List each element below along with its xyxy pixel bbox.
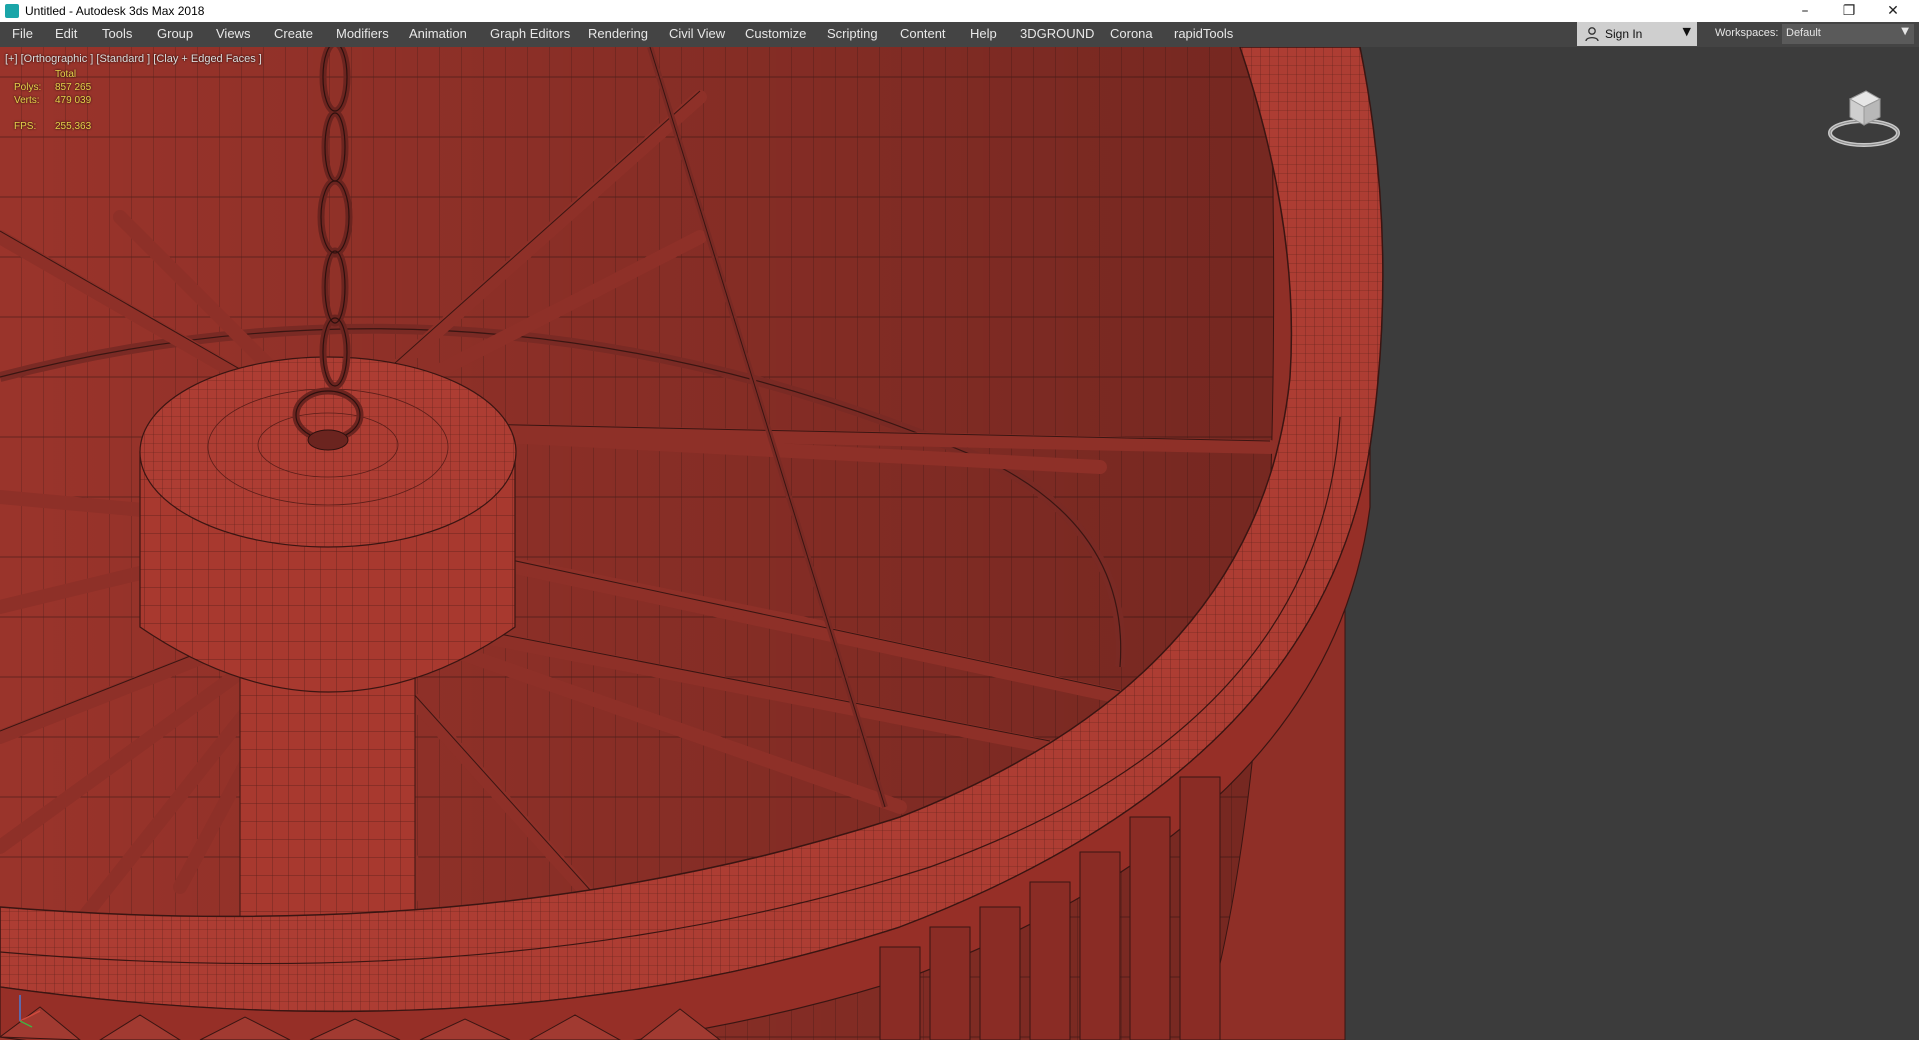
menu-scripting[interactable]: Scripting — [827, 26, 878, 41]
menu-animation[interactable]: Animation — [409, 26, 467, 41]
workspaces-value: Default — [1786, 27, 1821, 39]
window-title: Untitled - Autodesk 3ds Max 2018 — [25, 4, 205, 18]
menu-corona[interactable]: Corona — [1110, 26, 1153, 41]
user-icon — [1585, 27, 1599, 42]
chevron-down-icon: ▼ — [1901, 26, 1909, 37]
viewport-label[interactable]: [+] [Orthographic ] [Standard ] [Clay + … — [5, 53, 262, 65]
menu-create[interactable]: Create — [274, 26, 313, 41]
menu-help[interactable]: Help — [970, 26, 997, 41]
menu-tools[interactable]: Tools — [102, 26, 132, 41]
menu-rendering[interactable]: Rendering — [588, 26, 648, 41]
menu-content[interactable]: Content — [900, 26, 946, 41]
title-bar: Untitled - Autodesk 3ds Max 2018 – ❐ ✕ — [0, 0, 1919, 22]
3dsmax-app-icon — [5, 4, 19, 18]
restore-icon[interactable]: ❐ — [1827, 0, 1871, 22]
menu-3dground[interactable]: 3DGROUND — [1020, 26, 1094, 41]
polys-value: 857 265 — [55, 82, 92, 93]
chevron-down-icon[interactable]: ▼ — [1683, 25, 1691, 38]
sign-in-button[interactable]: Sign In ▼ — [1577, 22, 1697, 46]
polys-label: Polys: — [14, 82, 42, 93]
verts-label: Verts: — [14, 95, 40, 106]
menu-civil-view[interactable]: Civil View — [669, 26, 725, 41]
menu-rapidtools[interactable]: rapidTools — [1174, 26, 1233, 41]
menu-views[interactable]: Views — [216, 26, 250, 41]
stats-header: Total — [55, 69, 77, 80]
menu-edit[interactable]: Edit — [55, 26, 77, 41]
viewport[interactable]: [+] [Orthographic ] [Standard ] [Clay + … — [0, 47, 1919, 1040]
fps-value: 255,363 — [55, 121, 92, 132]
sign-in-label: Sign In — [1605, 27, 1643, 41]
axis-tripod-icon — [19, 995, 41, 1028]
menu-modifiers[interactable]: Modifiers — [336, 26, 389, 41]
verts-value: 479 039 — [55, 95, 92, 106]
minimize-icon[interactable]: – — [1783, 0, 1827, 22]
workspaces-dropdown[interactable]: Default ▼ — [1782, 24, 1914, 44]
menu-group[interactable]: Group — [157, 26, 193, 41]
menu-graph-editors[interactable]: Graph Editors — [490, 26, 570, 41]
fps-label: FPS: — [14, 121, 37, 132]
menu-file[interactable]: File — [12, 26, 33, 41]
workspaces-label: Workspaces: — [1715, 27, 1779, 39]
close-icon[interactable]: ✕ — [1871, 0, 1915, 22]
scene-render[interactable] — [0, 47, 1919, 1040]
viewcube-icon[interactable] — [1826, 79, 1902, 155]
menu-customize[interactable]: Customize — [745, 26, 806, 41]
